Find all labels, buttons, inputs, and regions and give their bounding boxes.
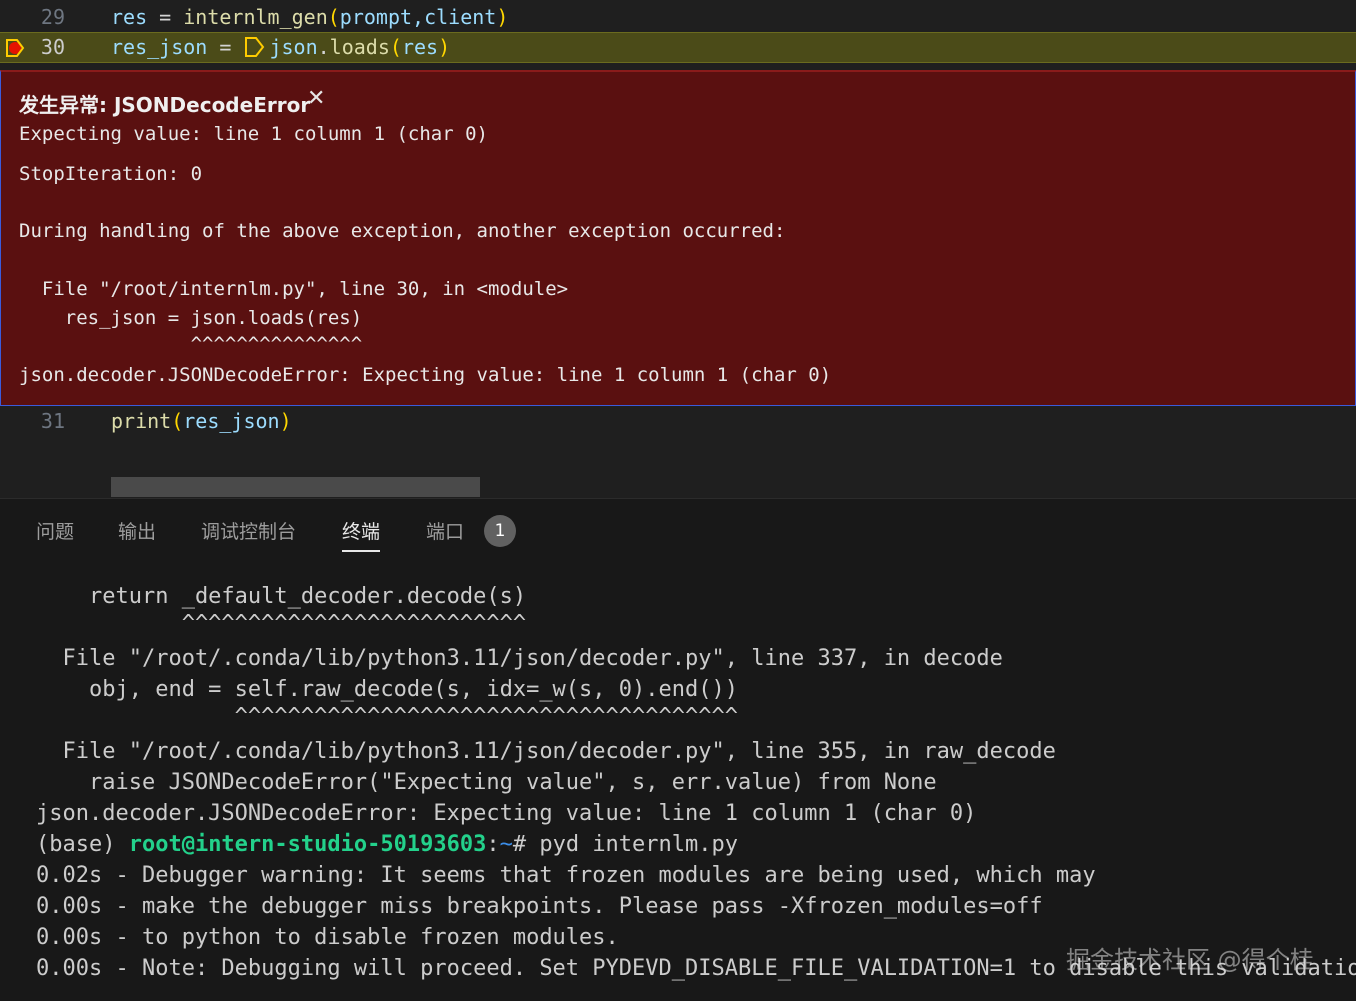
line-number: 29 bbox=[40, 5, 65, 29]
terminal-line: File "/root/.conda/lib/python3.11/json/d… bbox=[36, 646, 1003, 671]
ports-count-badge: 1 bbox=[484, 515, 516, 547]
exception-line: res_json = json.loads(res) bbox=[19, 307, 363, 329]
terminal-line: 0.00s - make the debugger miss breakpoin… bbox=[36, 894, 1043, 919]
exception-line: StopIteration: 0 bbox=[19, 163, 203, 185]
prompt-user: root@intern-studio-50193603 bbox=[128, 832, 487, 857]
terminal-line: raise JSONDecodeError("Expecting value",… bbox=[36, 770, 937, 795]
terminal-line: json.decoder.JSONDecodeError: Expecting … bbox=[36, 801, 977, 826]
code-line-29[interactable]: 29 res = internlm_gen(prompt,client) bbox=[0, 3, 1356, 32]
tab-debug-console[interactable]: 调试控制台 bbox=[201, 517, 296, 550]
code-text: res = internlm_gen(prompt,client) bbox=[111, 3, 508, 32]
exception-widget: 发生异常: JSONDecodeError ✕ Expecting value:… bbox=[0, 70, 1356, 406]
line-number: 31 bbox=[40, 409, 65, 433]
close-icon[interactable]: ✕ bbox=[307, 86, 325, 111]
terminal-prompt: (base) root@intern-studio-50193603:~# py… bbox=[36, 829, 738, 860]
prompt-path: ~ bbox=[499, 832, 513, 857]
exception-line: File "/root/internlm.py", line 30, in <m… bbox=[19, 278, 569, 300]
code-fn: print bbox=[111, 409, 172, 433]
code-op: . bbox=[317, 35, 330, 59]
exception-line: ^^^^^^^^^^^^^^^ bbox=[19, 333, 363, 355]
code-op: = bbox=[147, 5, 184, 29]
code-paren: ( bbox=[327, 5, 340, 29]
code-module: json bbox=[269, 35, 318, 59]
code-text: print(res_json) bbox=[111, 407, 292, 436]
prompt-sep: : bbox=[486, 832, 500, 857]
terminal-line: ^^^^^^^^^^^^^^^^^^^^^^^^^^ bbox=[36, 611, 527, 636]
exception-line: During handling of the above exception, … bbox=[19, 220, 786, 242]
exception-line: Expecting value: line 1 column 1 (char 0… bbox=[19, 123, 488, 145]
terminal-line: ^^^^^^^^^^^^^^^^^^^^^^^^^^^^^^^^^^^^^^ bbox=[36, 704, 738, 729]
code-var: res bbox=[111, 5, 148, 29]
terminal-line: 0.02s - Debugger warning: It seems that … bbox=[36, 863, 1096, 888]
code-args: res_json bbox=[183, 409, 280, 433]
code-paren: ( bbox=[171, 409, 184, 433]
tab-problems[interactable]: 问题 bbox=[36, 517, 74, 550]
code-var: res_json bbox=[111, 35, 208, 59]
code-paren: ) bbox=[438, 35, 451, 59]
code-line-31[interactable]: 31 print(res_json) bbox=[0, 407, 1356, 436]
watermark: 掘金技术社区 @得个桂 bbox=[1066, 946, 1314, 974]
code-fn: loads bbox=[329, 35, 390, 59]
prompt-env: (base) bbox=[36, 832, 129, 857]
code-args: res bbox=[401, 35, 439, 59]
prompt-command: # pyd internlm.py bbox=[512, 832, 739, 857]
terminal-line: File "/root/.conda/lib/python3.11/json/d… bbox=[36, 739, 1056, 764]
code-fn: internlm_gen bbox=[183, 5, 328, 29]
bottom-panel: 问题 输出 调试控制台 终端 端口 1 return _default_deco… bbox=[0, 498, 1356, 1001]
inline-stop-arrow-icon bbox=[245, 37, 265, 57]
tab-output[interactable]: 输出 bbox=[118, 517, 156, 550]
tab-terminal[interactable]: 终端 bbox=[342, 517, 381, 552]
horizontal-scrollbar[interactable] bbox=[111, 477, 480, 497]
code-op: = bbox=[207, 35, 244, 59]
code-text: res_json = json.loads(res) bbox=[111, 33, 450, 62]
tab-ports[interactable]: 端口 bbox=[426, 517, 464, 550]
code-paren: ) bbox=[496, 5, 509, 29]
code-paren: ( bbox=[389, 35, 402, 59]
terminal-line: 0.00s - to python to disable frozen modu… bbox=[36, 925, 619, 950]
line-number: 30 bbox=[40, 35, 65, 59]
code-editor[interactable]: 29 res = internlm_gen(prompt,client) 30 … bbox=[0, 0, 1356, 498]
code-args: prompt,client bbox=[339, 5, 497, 29]
exception-title: 发生异常: JSONDecodeError bbox=[19, 93, 311, 117]
exception-line: json.decoder.JSONDecodeError: Expecting … bbox=[19, 364, 832, 386]
code-paren: ) bbox=[279, 409, 292, 433]
code-line-30-current[interactable]: 30 res_json = json.loads(res) bbox=[0, 32, 1356, 63]
